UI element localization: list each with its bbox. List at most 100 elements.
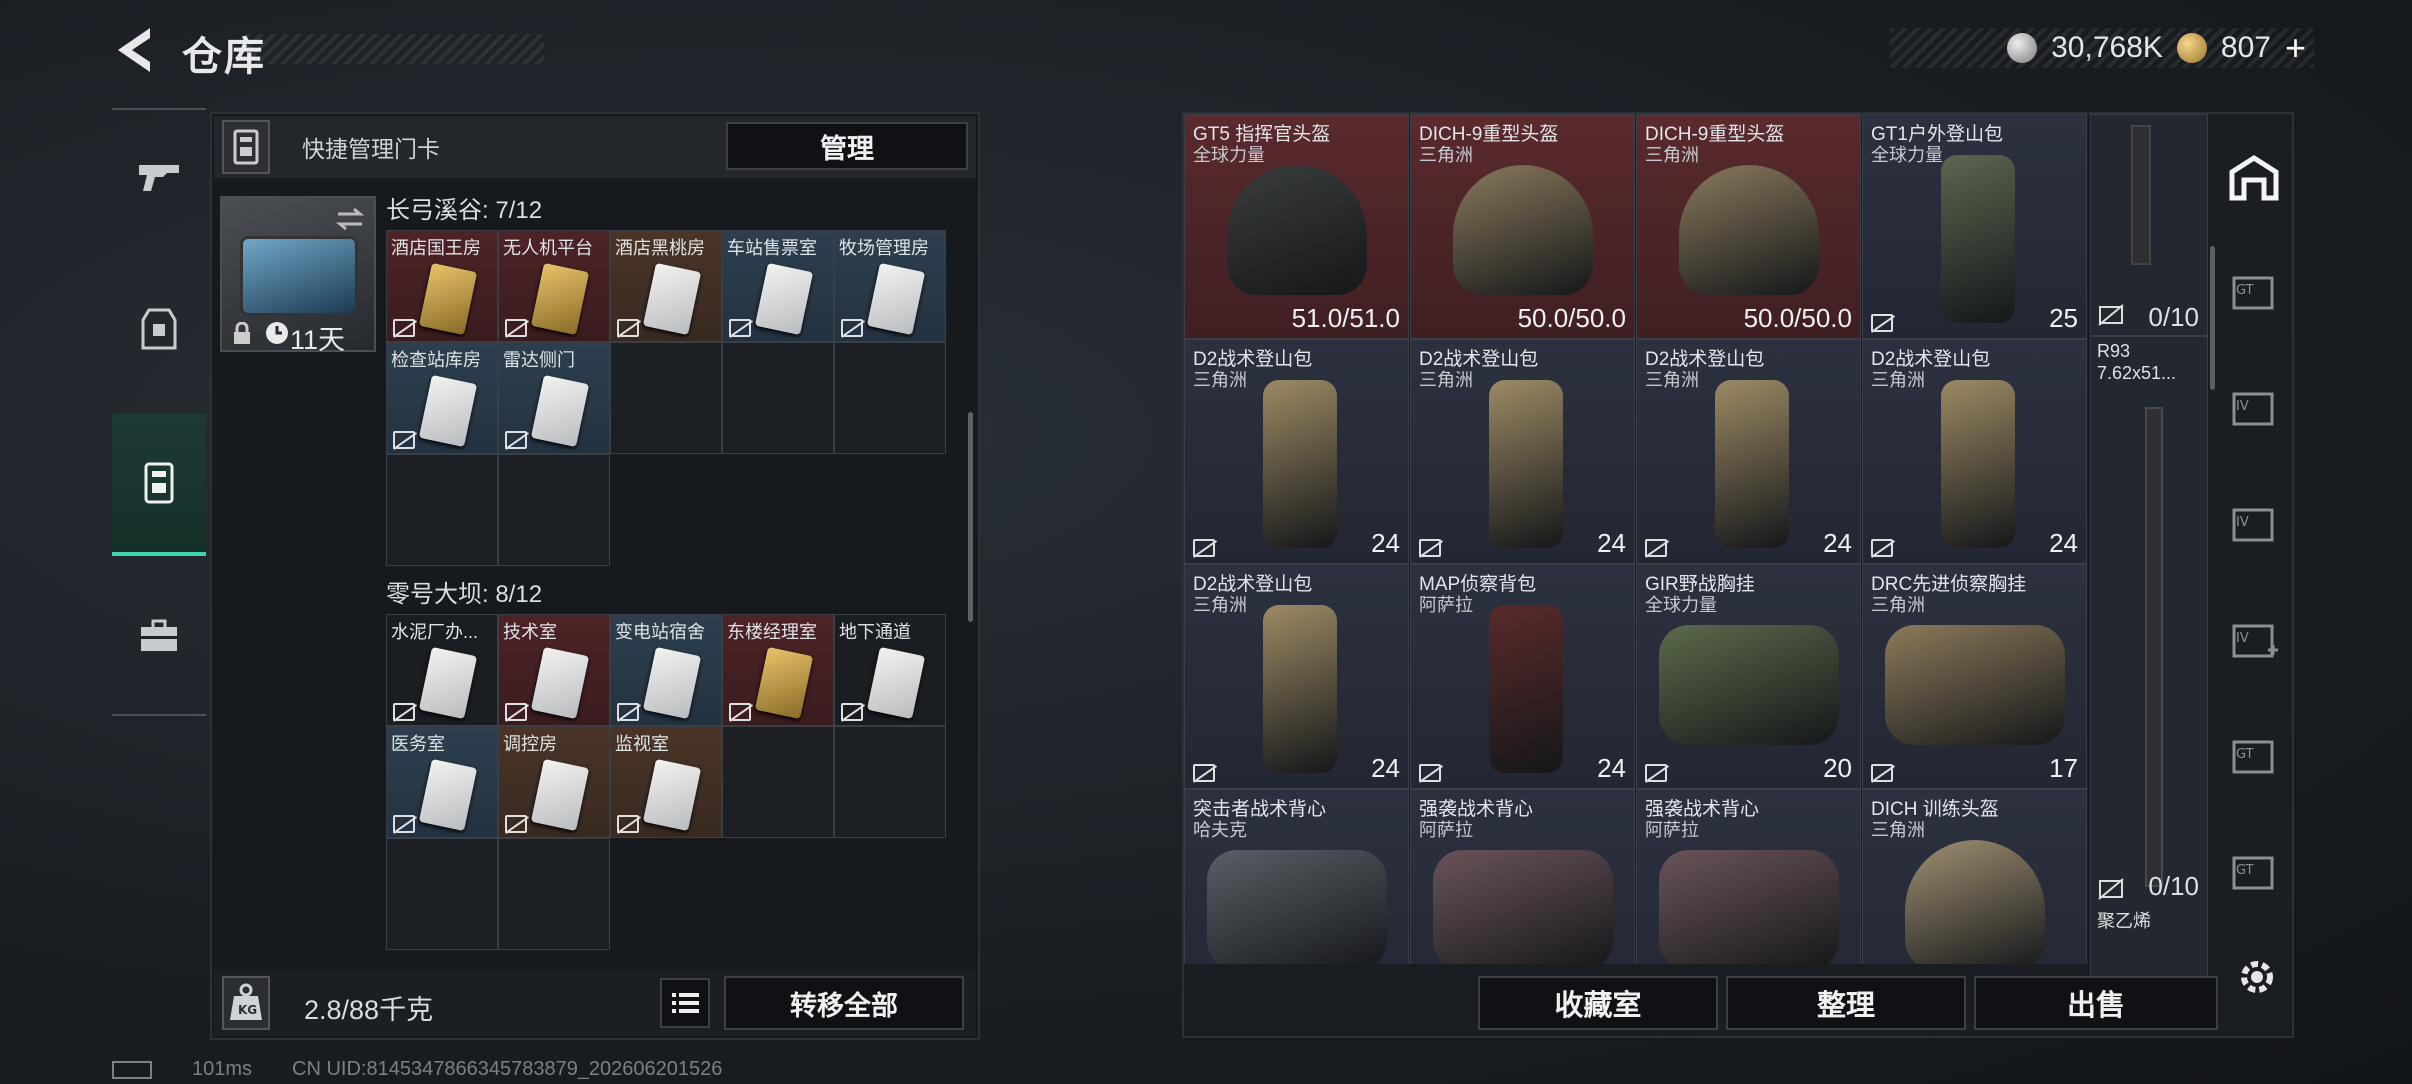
nav-keycards[interactable] — [112, 414, 206, 556]
inventory-item[interactable]: 突击者战术背心 哈夫克 — [1184, 789, 1409, 964]
storage-tab-main[interactable] — [2214, 128, 2294, 228]
no-trade-icon — [1193, 764, 1215, 782]
helmet-image — [1227, 165, 1367, 295]
keycard-slot[interactable]: 车站售票室 — [722, 230, 834, 342]
item-stat: 51.0/51.0 — [1291, 303, 1400, 333]
coin-amount: 30,768K — [2051, 31, 2163, 64]
keycard-slot[interactable]: 地下通道 — [834, 614, 946, 726]
item-stat: 24 — [1597, 753, 1626, 783]
keycard-slot[interactable]: 无人机平台 — [498, 230, 610, 342]
keycard-slot[interactable]: 变电站宿舍 — [610, 614, 722, 726]
storage-nav: GT IV IV IV GT GT — [2214, 118, 2294, 968]
vest-image — [1659, 625, 1839, 745]
inventory-item[interactable]: DICH-9重型头盔 三角洲 50.0/50.0 — [1636, 114, 1861, 339]
keycard-image — [754, 262, 814, 336]
storage-tab-4[interactable]: IV — [2214, 474, 2294, 574]
no-trade-icon — [1871, 764, 1893, 782]
inventory-item[interactable]: MAP侦察背包 阿萨拉 24 — [1410, 564, 1635, 789]
inventory-item[interactable]: GT5 指挥官头盔 全球力量 51.0/51.0 — [1184, 114, 1409, 339]
item-faction: 全球力量 — [1645, 595, 1717, 615]
keycard-slot[interactable]: 调控房 — [498, 726, 610, 838]
inventory-item[interactable]: D2战术登山包 三角洲 24 — [1862, 339, 2087, 564]
storage-tab-6[interactable]: GT — [2214, 706, 2294, 806]
empty-slot — [722, 454, 834, 566]
title-decoration — [246, 34, 544, 64]
case-icon: GT — [2232, 856, 2274, 890]
inventory-item[interactable]: DICH-9重型头盔 三角洲 50.0/50.0 — [1410, 114, 1635, 339]
keycard-slot[interactable]: 酒店国王房 — [386, 230, 498, 342]
inventory-item[interactable]: D2战术登山包 三角洲 24 — [1636, 339, 1861, 564]
no-trade-icon — [505, 431, 527, 449]
item-faction: 三角洲 — [1871, 820, 1925, 840]
inventory-item[interactable]: D2战术登山包 三角洲 24 — [1410, 339, 1635, 564]
inventory-item[interactable]: GIR野战胸挂 全球力量 20 — [1636, 564, 1861, 789]
no-trade-icon — [505, 703, 527, 721]
keycard-slot[interactable]: 牧场管理房 — [834, 230, 946, 342]
pack-image — [1715, 380, 1789, 548]
keycard-slot[interactable]: 酒店黑桃房 — [610, 230, 722, 342]
collection-room-button[interactable]: 收藏室 — [1478, 976, 1718, 1030]
inventory-item[interactable]: D2战术登山包 三角洲 24 — [1184, 339, 1409, 564]
weapon-capacity: 0/10 — [2148, 302, 2199, 332]
status-bar: 101ms CN UID:8145347866345783879_2026062… — [112, 1058, 722, 1081]
storage-tab-2[interactable]: GT — [2214, 242, 2294, 342]
pack-image — [1941, 380, 2015, 548]
inventory-item[interactable]: 强袭战术背心 阿萨拉 — [1636, 789, 1861, 964]
manage-button[interactable]: 管理 — [726, 122, 968, 170]
keycard-label: 牧场管理房 — [839, 238, 929, 258]
svg-text:IV: IV — [2236, 399, 2249, 414]
nav-supplies[interactable] — [112, 576, 206, 696]
keycard-slot[interactable]: 东楼经理室 — [722, 614, 834, 726]
swap-icon[interactable] — [336, 206, 364, 232]
left-category-nav — [112, 108, 206, 716]
keycard-image — [530, 758, 590, 832]
lock-icon — [234, 322, 250, 344]
nav-weapons[interactable] — [112, 118, 206, 238]
keycard-image — [418, 374, 478, 448]
settings-gear-icon[interactable] — [2234, 954, 2280, 1000]
keycard-case-image — [240, 236, 358, 316]
helmet-image — [1679, 165, 1819, 295]
vest-image — [1207, 850, 1387, 964]
keycard-image — [530, 262, 590, 336]
keycard-slot[interactable]: 医务室 — [386, 726, 498, 838]
keycard-slot[interactable]: 监视室 — [610, 726, 722, 838]
rifle-slot-r93[interactable]: R93 7.62x51... 0/10 聚乙烯 — [2090, 336, 2208, 1016]
keycard-label: 酒店国王房 — [391, 238, 481, 258]
item-faction: 三角洲 — [1871, 595, 1925, 615]
item-stat: 24 — [1597, 528, 1626, 558]
keycard-image — [418, 646, 478, 720]
item-stat: 50.0/50.0 — [1517, 303, 1626, 333]
keycard-slot[interactable]: 雷达侧门 — [498, 342, 610, 454]
keycard-panel-title: 快捷管理门卡 — [302, 136, 440, 162]
no-trade-icon — [393, 431, 415, 449]
back-arrow-icon[interactable] — [112, 24, 156, 76]
keycard-slot[interactable]: 水泥厂办... — [386, 614, 498, 726]
inventory-item[interactable]: D2战术登山包 三角洲 24 — [1184, 564, 1409, 789]
sell-button[interactable]: 出售 — [1974, 976, 2218, 1030]
keycard-slot[interactable]: 检查站库房 — [386, 342, 498, 454]
inventory-item[interactable]: DICH 训练头盔 三角洲 — [1862, 789, 2087, 964]
storage-tab-3[interactable]: IV — [2214, 358, 2294, 458]
inventory-item[interactable]: GT1户外登山包 全球力量 25 — [1862, 114, 2087, 339]
nav-equipment[interactable] — [112, 270, 206, 390]
storage-tab-5[interactable]: IV — [2214, 590, 2294, 690]
keycard-slot[interactable]: 技术室 — [498, 614, 610, 726]
storage-tab-7[interactable]: GT — [2214, 822, 2294, 922]
sort-button[interactable]: 整理 — [1726, 976, 1966, 1030]
no-trade-icon — [393, 703, 415, 721]
inventory-item[interactable]: 强袭战术背心 阿萨拉 — [1410, 789, 1635, 964]
transfer-all-button[interactable]: 转移全部 — [724, 976, 964, 1030]
keycard-scrollbar[interactable] — [968, 412, 973, 622]
keycard-grid-longbow: 酒店国王房 无人机平台 酒店黑桃房 车站售票室 牧场管理房检查站库房 雷达侧门 — [386, 230, 946, 566]
item-faction: 阿萨拉 — [1419, 595, 1473, 615]
coin-icon — [2007, 33, 2038, 63]
inventory-item[interactable]: DRC先进侦察胸挂 三角洲 17 — [1862, 564, 2087, 789]
rifle-slot-top[interactable]: 0/10 — [2090, 114, 2208, 336]
list-view-button[interactable] — [660, 978, 710, 1028]
no-trade-icon — [841, 703, 863, 721]
no-trade-icon — [2098, 878, 2124, 900]
keycard-label: 检查站库房 — [391, 350, 481, 370]
add-token-button[interactable]: + — [2285, 27, 2306, 69]
keycard-image — [642, 262, 702, 336]
